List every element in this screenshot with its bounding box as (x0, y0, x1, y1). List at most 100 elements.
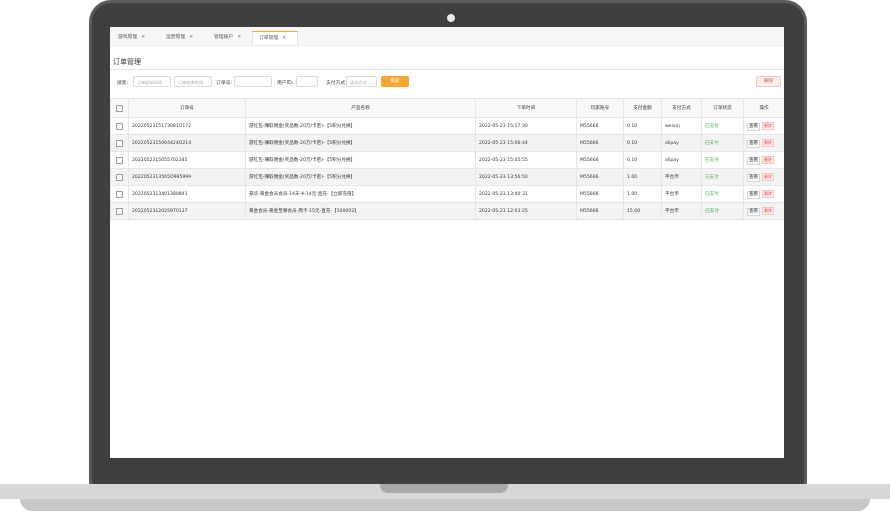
row-delete-button[interactable]: 删除 (762, 155, 774, 164)
tab-operation-management[interactable]: 运营管理 × (160, 31, 199, 45)
order-no: 2022052312025970137 (128, 202, 246, 220)
laptop-notch (380, 484, 508, 493)
order-no: 2022052315064424O214 (128, 134, 246, 152)
order-time: 2022-05-23 13:56:50 (475, 168, 577, 186)
row-select-cell[interactable] (110, 117, 129, 135)
order-status: 已支付 (701, 202, 744, 220)
view-button[interactable]: 查看 (747, 190, 760, 199)
table-row: 2022052315055702345 游红包-赚取佣金(奖品数-20万/卡密)… (110, 151, 784, 169)
pay-method: alipay (661, 151, 702, 169)
end-time-input[interactable]: 订单结束时间 (174, 76, 212, 87)
pay-amount: 0.10 (623, 134, 662, 152)
divider (110, 69, 784, 70)
row-select-cell[interactable] (110, 202, 129, 220)
row-delete-button[interactable]: 删除 (762, 189, 774, 198)
row-checkbox[interactable] (116, 173, 123, 181)
pay-method: 平台币 (661, 202, 702, 220)
order-time: 2022-05-23 15:05:55 (475, 151, 577, 169)
row-delete-button[interactable]: 删除 (762, 206, 774, 215)
pay-amount: 0.10 (623, 151, 662, 169)
close-icon[interactable]: × (141, 35, 145, 40)
col-product: 产品名称 (245, 98, 476, 118)
search-button[interactable]: 搜索 (381, 76, 409, 87)
table-row: 2022052313401380841 豪华-黄金会员会员-14天-¥-14元-… (110, 185, 784, 203)
player-account: M55666 (576, 185, 624, 203)
view-button[interactable]: 查看 (747, 139, 760, 148)
table-row: 2022052315173081O172 游红包-赚取佣金(奖品数-20万/卡密… (110, 117, 784, 135)
pay-method: 平台币 (661, 185, 702, 203)
row-actions: 查看 删除 (743, 168, 784, 186)
tab-label: 运营管理 (166, 35, 186, 40)
row-checkbox[interactable] (116, 122, 123, 130)
pay-amount: 0.10 (623, 117, 662, 135)
order-no: 2022052315055702345 (128, 151, 246, 169)
row-checkbox[interactable] (116, 139, 123, 147)
player-account: M55666 (576, 117, 624, 135)
view-button[interactable]: 查看 (747, 173, 760, 182)
order-no: 2022052313565O995999 (128, 168, 246, 186)
user-id-input[interactable] (296, 76, 318, 87)
view-button[interactable]: 查看 (747, 156, 760, 165)
tab-label: 订单管理 (259, 36, 279, 41)
view-button[interactable]: 查看 (747, 207, 760, 216)
table-row: 2022052315064424O214 游红包-赚取佣金(奖品数-20万/卡密… (110, 134, 784, 152)
order-status: 已支付 (701, 168, 744, 186)
row-actions: 查看 删除 (743, 185, 784, 203)
tab-game-management[interactable]: 游戏管理 × (112, 31, 151, 45)
row-select-cell[interactable] (110, 168, 129, 186)
close-icon[interactable]: × (237, 35, 241, 40)
player-account: M55666 (576, 151, 624, 169)
row-checkbox[interactable] (116, 207, 123, 215)
row-actions: 查看 删除 (743, 117, 784, 135)
delete-button[interactable]: 删除 (756, 76, 781, 87)
close-icon[interactable]: × (189, 35, 193, 40)
pay-amount: 1.00 (623, 168, 662, 186)
start-time-input[interactable]: 订单起始时间 (133, 76, 171, 87)
player-account: M55666 (576, 168, 624, 186)
tab-label: 游戏管理 (118, 35, 138, 40)
tab-label: 管理账户 (214, 35, 234, 40)
player-account: M55666 (576, 202, 624, 220)
search-label: 搜索: (117, 81, 129, 86)
row-checkbox[interactable] (116, 156, 123, 164)
order-status: 已支付 (701, 134, 744, 152)
row-delete-button[interactable]: 删除 (762, 121, 774, 130)
order-time: 2022-05-23 15:06:44 (475, 134, 577, 152)
order-time: 2022-05-23 12:03:25 (475, 202, 577, 220)
product-name: 黄金会员-黄金至尊会员-周卡-15元-直充-【100002】 (245, 202, 476, 220)
product-name: 游红包-赚取佣金(奖品数-20万/卡密)-【5积分兑换】 (245, 168, 476, 186)
close-icon[interactable]: × (282, 36, 286, 41)
row-select-cell[interactable] (110, 134, 129, 152)
user-id-label: 用户ID: (277, 81, 294, 86)
camera-icon (447, 14, 455, 22)
order-no-input[interactable] (234, 76, 272, 87)
pay-method: weixin (661, 117, 702, 135)
row-actions: 查看 删除 (743, 151, 784, 169)
row-select-cell[interactable] (110, 185, 129, 203)
page-title: 订单管理 (113, 58, 141, 66)
order-status: 已支付 (701, 151, 744, 169)
select-all-cell[interactable] (110, 98, 129, 118)
view-button[interactable]: 查看 (747, 122, 760, 131)
col-status: 订单状态 (701, 98, 744, 118)
order-no: 2022052313401380841 (128, 185, 246, 203)
select-all-checkbox[interactable] (116, 104, 123, 112)
chevron-down-icon: ⌄ (369, 80, 373, 85)
row-actions: 查看 删除 (743, 134, 784, 152)
product-name: 游红包-赚取佣金(奖品数-20万/卡密)-【5积分兑换】 (245, 117, 476, 135)
col-order-time: 下单时间 (475, 98, 577, 118)
row-select-cell[interactable] (110, 151, 129, 169)
row-delete-button[interactable]: 删除 (762, 138, 774, 147)
row-delete-button[interactable]: 删除 (762, 172, 774, 181)
tab-order-management[interactable]: 订单管理 × (252, 31, 298, 45)
order-time: 2022-05-23 15:17:30 (475, 117, 577, 135)
orders-table: 订单号 产品名称 下单时间 玩家账号 支付金额 支付方式 订单状态 操作 202… (110, 98, 784, 220)
laptop-base-bottom (20, 499, 870, 511)
pay-method-select[interactable]: 请选方式 ⌄ (346, 76, 377, 87)
pay-method: 平台币 (661, 168, 702, 186)
row-checkbox[interactable] (116, 190, 123, 198)
order-status: 已支付 (701, 117, 744, 135)
tab-account-management[interactable]: 管理账户 × (208, 31, 247, 45)
order-status: 已支付 (701, 185, 744, 203)
pay-method: alipay (661, 134, 702, 152)
